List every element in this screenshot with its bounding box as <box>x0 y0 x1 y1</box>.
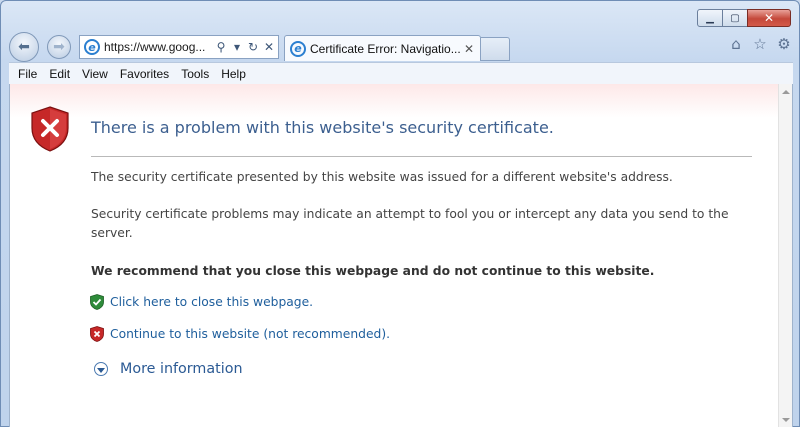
page-content: There is a problem with this website's s… <box>9 84 793 427</box>
scroll-down-icon[interactable] <box>782 418 790 422</box>
vertical-scrollbar[interactable] <box>778 84 792 427</box>
chevron-down-icon[interactable]: ▾ <box>230 40 244 54</box>
recommendation-text: We recommend that you close this webpage… <box>91 264 655 278</box>
menu-favorites[interactable]: Favorites <box>114 67 175 81</box>
navigation-bar: ⬅ ➡ e https://www.goog... ⚲ ▾ ↻ ✕ e Cert… <box>9 32 793 62</box>
tab-close-icon[interactable]: ✕ <box>462 42 476 56</box>
browser-window: ▁ ▢ ✕ ⬅ ➡ e https://www.goog... ⚲ ▾ ↻ ✕ … <box>0 0 800 427</box>
divider <box>91 156 752 157</box>
close-window-button[interactable]: ✕ <box>747 9 791 27</box>
close-icon[interactable]: ✕ <box>262 40 276 54</box>
refresh-icon[interactable]: ↻ <box>246 40 260 54</box>
warning-text: Security certificate problems may indica… <box>91 207 729 240</box>
address-bar[interactable]: e https://www.goog... ⚲ ▾ ↻ ✕ <box>79 35 279 59</box>
toolbar-icons: ⌂ ☆ ⚙ <box>727 35 793 53</box>
shield-check-icon <box>90 294 104 310</box>
maximize-button[interactable]: ▢ <box>722 9 748 27</box>
star-icon[interactable]: ☆ <box>751 35 769 53</box>
menu-file[interactable]: File <box>9 67 43 81</box>
back-arrow-icon: ⬅ <box>18 39 30 55</box>
page-title: There is a problem with this website's s… <box>91 118 554 137</box>
new-tab-button[interactable] <box>481 37 510 61</box>
explanation-text: The security certificate presented by th… <box>91 170 673 184</box>
close-webpage-link[interactable]: Click here to close this webpage. <box>90 294 313 310</box>
more-information-toggle[interactable]: More information <box>94 361 243 377</box>
tab-title: Certificate Error: Navigatio... <box>310 41 461 56</box>
window-controls: ▁ ▢ ✕ <box>697 9 791 27</box>
shield-x-icon <box>90 326 104 342</box>
shield-error-icon <box>31 106 69 152</box>
more-information-text[interactable]: More information <box>120 361 243 377</box>
expand-chevron-icon <box>94 362 108 376</box>
menu-tools[interactable]: Tools <box>175 67 215 81</box>
ie-logo-icon: e <box>84 39 100 55</box>
back-button[interactable]: ⬅ <box>9 32 39 62</box>
address-text[interactable]: https://www.goog... <box>104 40 214 54</box>
scroll-up-icon[interactable] <box>782 90 790 94</box>
menu-help[interactable]: Help <box>215 67 252 81</box>
continue-link[interactable]: Continue to this website (not recommende… <box>90 326 390 342</box>
menu-view[interactable]: View <box>76 67 114 81</box>
home-icon[interactable]: ⌂ <box>727 35 745 53</box>
forward-button[interactable]: ➡ <box>47 35 71 59</box>
gear-icon[interactable]: ⚙ <box>775 35 793 53</box>
close-webpage-link-text[interactable]: Click here to close this webpage. <box>110 295 313 309</box>
search-icon[interactable]: ⚲ <box>214 40 228 54</box>
tab-certificate-error[interactable]: e Certificate Error: Navigatio... ✕ <box>284 35 481 61</box>
menu-edit[interactable]: Edit <box>43 67 76 81</box>
continue-link-text[interactable]: Continue to this website (not recommende… <box>110 327 390 341</box>
forward-arrow-icon: ➡ <box>53 39 65 55</box>
minimize-button[interactable]: ▁ <box>697 9 723 27</box>
ie-logo-icon: e <box>290 40 306 57</box>
menu-bar: File Edit View Favorites Tools Help <box>9 62 793 84</box>
